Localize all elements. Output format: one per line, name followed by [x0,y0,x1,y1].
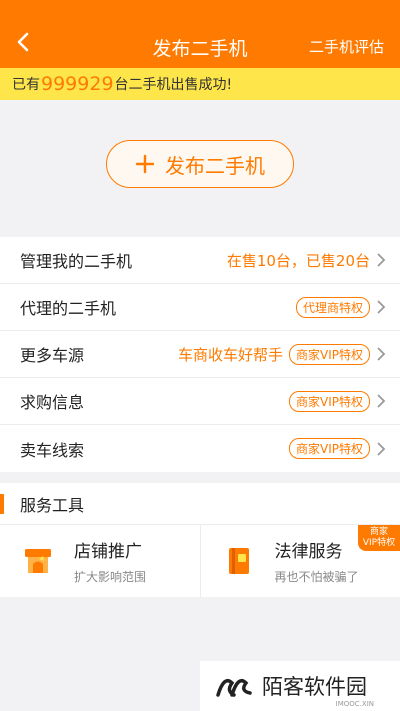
privilege-badge: 商家VIP特权 [289,343,370,365]
watermark-name: 陌客软件园 [262,675,367,699]
menu-list: 管理我的二手机 在售10台，已售20台 代理的二手机 代理商特权 更多车源 车商… [0,237,400,472]
chevron-right-icon [377,300,386,314]
notice-prefix: 已有 [12,77,40,93]
row-label: 求购信息 [20,393,85,412]
tool-title: 法律服务 [274,542,343,562]
vip-tag-line1: 商家 [369,527,388,537]
row-label: 代理的二手机 [20,299,117,318]
notice-count: 999929 [41,73,114,95]
tool-legal-service[interactable]: 法律服务 再也不怕被骗了 商家 VIP特权 [201,525,400,597]
vip-corner-tag: 商家 VIP特权 [358,525,400,551]
privilege-badge: 商家VIP特权 [289,438,370,459]
tools-heading: 服务工具 [0,483,400,525]
notice-suffix: 台二手机出售成功! [114,77,233,93]
tool-title: 店铺推广 [74,542,142,562]
sales-notice: 已有 999929 台二手机出售成功! [0,68,400,100]
chevron-right-icon [377,347,386,361]
watermark-logo-icon [216,679,252,697]
row-agent[interactable]: 代理的二手机 代理商特权 [0,284,400,331]
row-purchase-info[interactable]: 求购信息 商家VIP特权 [0,378,400,425]
row-label: 管理我的二手机 [20,252,133,271]
privilege-badge: 代理商特权 [295,296,370,318]
chevron-right-icon [377,253,386,267]
shop-icon [25,549,51,573]
publish-label: 发布二手机 [165,153,265,178]
row-label: 卖车线索 [20,440,85,460]
plus-icon [135,154,155,174]
row-manage[interactable]: 管理我的二手机 在售10台，已售20台 [0,237,400,284]
row-more-sources[interactable]: 更多车源 车商收车好帮手 商家VIP特权 [0,331,400,378]
watermark: 陌客软件园 IMOOC.XIN [200,661,400,711]
tool-shop-promotion[interactable]: 店铺推广 扩大影响范围 [0,525,201,597]
tool-subtitle: 扩大影响范围 [74,570,147,584]
privilege-badge: 商家VIP特权 [289,390,370,412]
row-extra: 在售10台，已售20台 [226,251,370,270]
publish-button[interactable]: 发布二手机 [106,140,294,188]
tool-subtitle: 再也不怕被骗了 [274,570,359,584]
row-extra: 车商收车好帮手 [177,345,283,364]
row-label: 更多车源 [20,346,85,365]
row-sell-leads[interactable]: 卖车线索 商家VIP特权 [0,425,400,472]
law-book-icon [228,548,249,574]
publish-area: 发布二手机 [0,100,400,237]
chevron-right-icon [377,441,386,456]
tools-grid: 店铺推广 扩大影响范围 法律服务 再也不怕被骗了 商家 VIP特权 [0,525,400,597]
vip-tag-line2: VIP特权 [362,538,396,548]
chevron-right-icon [377,394,386,408]
watermark-sub: IMOOC.XIN [335,700,374,708]
header-bar: 发布二手机 二手机评估 [0,0,400,68]
evaluate-link[interactable]: 二手机评估 [309,36,384,57]
